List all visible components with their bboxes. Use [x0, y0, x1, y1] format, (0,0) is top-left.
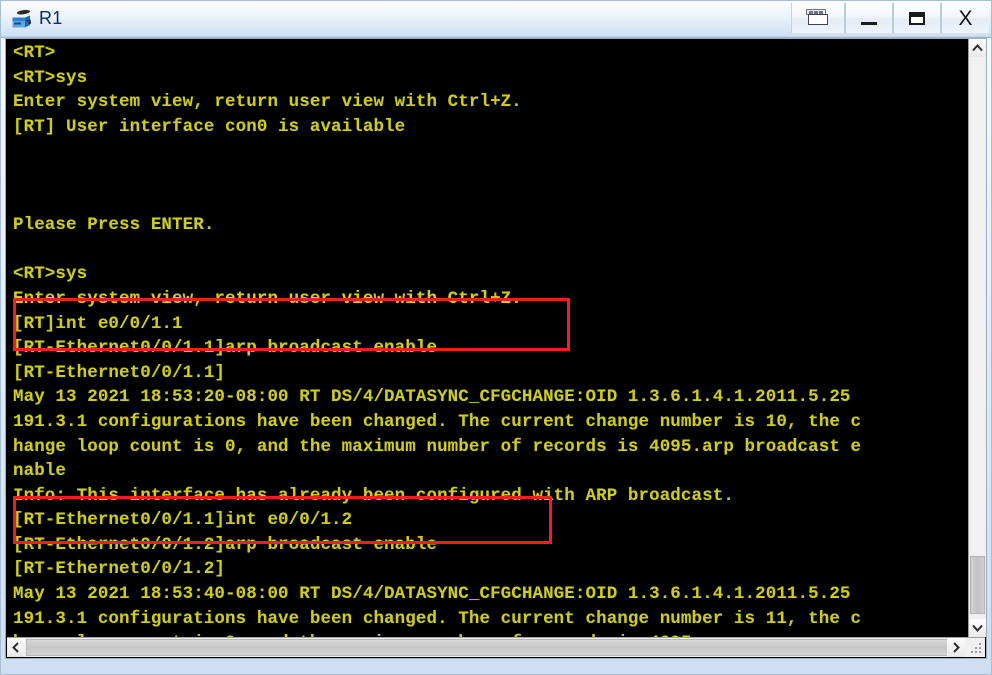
scroll-right-arrow-icon[interactable] — [947, 638, 965, 657]
cascade-windows-icon — [806, 9, 830, 27]
scroll-left-arrow-icon[interactable] — [7, 638, 25, 657]
terminal-text: <RT> <RT>sys Enter system view, return u… — [13, 43, 862, 637]
scroll-up-arrow-icon[interactable] — [969, 39, 986, 57]
terminal-window: R1 X <RT> <RT>sys Enter system view, ret… — [0, 0, 992, 675]
cascade-windows-button[interactable] — [791, 3, 845, 33]
close-button[interactable]: X — [941, 3, 989, 33]
horizontal-scrollbar[interactable] — [7, 637, 985, 657]
window-title: R1 — [39, 8, 63, 28]
vertical-scrollbar-thumb[interactable] — [970, 556, 985, 614]
close-icon: X — [942, 3, 989, 33]
terminal-frame: <RT> <RT>sys Enter system view, return u… — [5, 38, 987, 659]
vertical-scrollbar[interactable] — [968, 39, 986, 637]
maximize-icon — [894, 3, 940, 33]
resize-grip-icon — [971, 643, 982, 654]
minimize-icon — [846, 3, 892, 33]
window-titlebar[interactable]: R1 X — [1, 1, 991, 38]
horizontal-scrollbar-thumb[interactable] — [26, 639, 948, 656]
scroll-down-arrow-icon[interactable] — [969, 619, 986, 637]
close-label: X — [958, 6, 973, 30]
maximize-button[interactable] — [893, 3, 941, 33]
minimize-button[interactable] — [845, 3, 893, 33]
router-device-icon — [9, 6, 35, 32]
resize-corner[interactable] — [966, 638, 985, 657]
terminal-output-area[interactable]: <RT> <RT>sys Enter system view, return u… — [7, 39, 969, 637]
